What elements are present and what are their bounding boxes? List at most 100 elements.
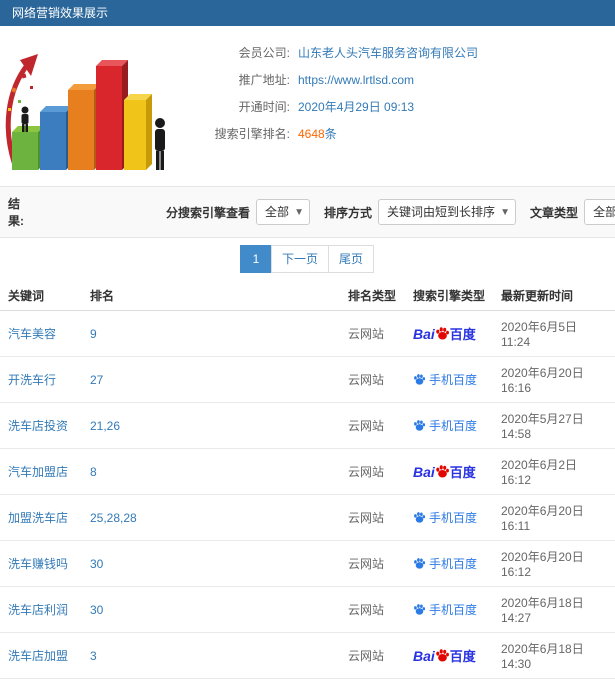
rank-cell: 30 [82, 540, 340, 587]
rank-cell: 8 [82, 448, 340, 495]
growth-chart-image [5, 54, 165, 170]
rank-cell: 9 [82, 310, 340, 357]
rank-link[interactable]: 3 [90, 649, 97, 663]
table-header-row: 关键词 排名 排名类型 搜索引擎类型 最新更新时间 [0, 281, 615, 311]
last-page-button[interactable]: 尾页 [328, 245, 375, 273]
table-row: 汽车加盟店 8 云网站 Bai 百度 2020年6月2日 16:12 [0, 448, 615, 495]
keyword-link[interactable]: 汽车加盟店 [8, 465, 68, 479]
engine-filter-label: 分搜索引擎查看 [165, 205, 250, 220]
company-link[interactable]: 山东老人头汽车服务咨询有限公司 [298, 44, 478, 62]
company-label: 会员公司: [238, 46, 290, 60]
keyword-cell: 洗车店利润 [0, 586, 82, 633]
mobile-baidu-logo: 手机百度 [413, 419, 477, 433]
type-select[interactable]: 全部 ▼ [584, 199, 615, 225]
url-label: 推广地址: [238, 73, 290, 87]
bar-yellow [124, 94, 152, 170]
keyword-link[interactable]: 汽车美容 [8, 327, 56, 341]
keyword-link[interactable]: 洗车店利润 [8, 603, 68, 617]
keyword-cell: 汽车加盟店 [0, 448, 82, 495]
rank-cell: 3 [82, 632, 340, 679]
engine-cell: Bai 百度 [405, 632, 493, 679]
engine-cell: 手机百度 [405, 586, 493, 633]
bar-blue [40, 106, 72, 170]
ranking-count-value: 4648条 [298, 125, 337, 143]
col-keyword: 关键词 [0, 281, 82, 311]
engine-cell: 手机百度 [405, 402, 493, 449]
engine-cell: 手机百度 [405, 356, 493, 403]
page-title: 网络营销效果展示 [12, 6, 109, 20]
summary-section: 会员公司: 山东老人头汽车服务咨询有限公司 推广地址: https://www.… [0, 26, 615, 186]
rank-link[interactable]: 21,26 [90, 419, 120, 433]
rank-type-cell: 云网站 [340, 494, 405, 541]
rank-link[interactable]: 25,28,28 [90, 511, 137, 525]
keyword-link[interactable]: 洗车店加盟 [8, 649, 68, 663]
col-engine-type: 搜索引擎类型 [405, 281, 493, 311]
mobile-baidu-logo: 手机百度 [413, 511, 477, 525]
keyword-cell: 汽车美容 [0, 310, 82, 357]
table-row: 汽车美容 9 云网站 Bai 百度 2020年6月5日 11:24 [0, 310, 615, 357]
results-table: 关键词 排名 排名类型 搜索引擎类型 最新更新时间 汽车美容 9 云网站 Bai 百度 2… [0, 281, 615, 679]
time-cell: 2020年6月18日 14:30 [493, 632, 615, 679]
rank-link[interactable]: 8 [90, 465, 97, 479]
bar-red [96, 60, 128, 170]
engine-cell: 手机百度 [405, 540, 493, 587]
sort-filter-label: 排序方式 [324, 205, 373, 220]
account-info: 会员公司: 山东老人头汽车服务咨询有限公司 推广地址: https://www.… [175, 30, 615, 186]
rank-type-cell: 云网站 [340, 586, 405, 633]
page-1[interactable]: 1 [239, 245, 272, 273]
keyword-link[interactable]: 开洗车行 [8, 373, 56, 387]
col-updated: 最新更新时间 [493, 281, 615, 311]
baidu-paw-icon [414, 420, 426, 431]
keyword-link[interactable]: 加盟洗车店 [8, 511, 68, 525]
baidu-paw-icon [414, 374, 426, 385]
mobile-baidu-logo: 手机百度 [413, 557, 477, 571]
baidu-paw-icon [414, 558, 426, 569]
person-standing [155, 118, 165, 170]
rank-link[interactable]: 30 [90, 603, 103, 617]
next-page-button[interactable]: 下一页 [270, 245, 329, 273]
bar-orange [68, 84, 100, 170]
engine-select[interactable]: 全部 ▼ [256, 199, 311, 225]
time-cell: 2020年6月20日 16:12 [493, 540, 615, 587]
engine-cell: Bai 百度 [405, 310, 493, 357]
col-rank: 排名 [82, 281, 340, 311]
time-cell: 2020年6月2日 16:12 [493, 448, 615, 495]
keyword-link[interactable]: 洗车赚钱吗 [8, 557, 68, 571]
rank-type-cell: 云网站 [340, 402, 405, 449]
chevron-down-icon: ▼ [500, 207, 511, 218]
time-cell: 2020年5月27日 14:58 [493, 402, 615, 449]
filter-controls: 分搜索引擎查看 全部 ▼ 排序方式 关键词由短到长排序 ▼ 文章类型 全部 ▼ … [152, 198, 615, 226]
table-row: 洗车赚钱吗 30 云网站 手机百度 2020年6月20日 16:12 [0, 540, 615, 587]
rank-cell: 27 [82, 356, 340, 403]
rank-type-cell: 云网站 [340, 310, 405, 357]
time-cell: 2020年6月20日 16:16 [493, 356, 615, 403]
sort-select[interactable]: 关键词由短到长排序 ▼ [378, 199, 517, 225]
baidu-logo: Bai 百度 [413, 648, 476, 664]
rank-link[interactable]: 27 [90, 373, 103, 387]
baidu-logo: Bai 百度 [413, 326, 476, 342]
rank-link[interactable]: 9 [90, 327, 97, 341]
table-row: 加盟洗车店 25,28,28 云网站 手机百度 2020年6月20日 16:11 [0, 494, 615, 541]
opened-label: 开通时间: [238, 100, 290, 114]
time-cell: 2020年6月5日 11:24 [493, 310, 615, 357]
baidu-paw-icon [436, 327, 449, 340]
rank-cell: 25,28,28 [82, 494, 340, 541]
baidu-logo: Bai 百度 [413, 464, 476, 480]
info-row-ranking-count: 搜索引擎排名: 4648条 [175, 125, 615, 143]
pagination: 1 下一页 尾页 [0, 238, 615, 281]
engine-cell: Bai 百度 [405, 448, 493, 495]
keyword-cell: 洗车店加盟 [0, 632, 82, 679]
engine-cell: 手机百度 [405, 494, 493, 541]
rank-type-cell: 云网站 [340, 448, 405, 495]
ranking-count-label: 搜索引擎排名: [214, 127, 290, 141]
table-row: 开洗车行 27 云网站 手机百度 2020年6月20日 16:16 [0, 356, 615, 403]
rank-link[interactable]: 30 [90, 557, 103, 571]
table-row: 洗车店利润 30 云网站 手机百度 2020年6月18日 14:27 [0, 586, 615, 633]
keyword-cell: 开洗车行 [0, 356, 82, 403]
promotion-url-link[interactable]: https://www.lrtlsd.com [298, 71, 414, 89]
table-row: 洗车店加盟 3 云网站 Bai 百度 2020年6月18日 14:30 [0, 632, 615, 679]
sort-select-value: 关键词由短到长排序 [387, 205, 496, 219]
keyword-link[interactable]: 洗车店投资 [8, 419, 68, 433]
bar-chart-illustration [0, 30, 175, 182]
chevron-down-icon: ▼ [294, 207, 305, 218]
